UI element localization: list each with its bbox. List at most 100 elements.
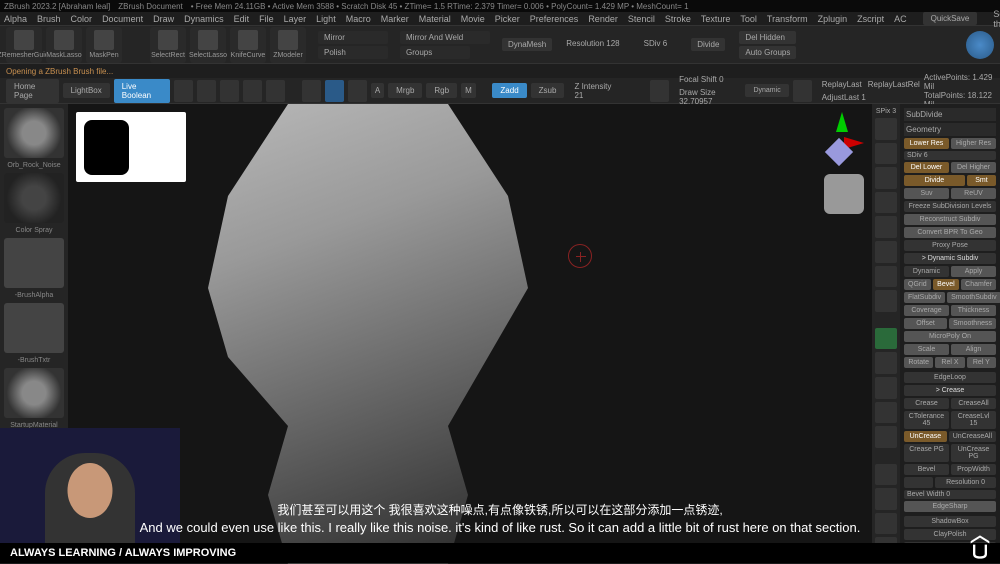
rgb-button[interactable]: Rgb [426,83,457,98]
resolution-slider[interactable]: Resolution 128 [566,39,619,48]
menu-document[interactable]: Document [102,14,143,24]
stroke-thumb[interactable] [4,173,64,223]
edit-icon[interactable] [174,80,193,102]
thickness-button[interactable]: Thickness [951,305,996,316]
micropoly-button[interactable]: MicroPoly On [904,331,996,342]
menu-material[interactable]: Material [419,14,451,24]
persp-icon[interactable] [875,192,897,214]
sdiv-panel-slider[interactable]: SDiv 6 [904,151,996,160]
proxypose-button[interactable]: Proxy Pose [904,240,996,251]
globe-icon[interactable] [966,31,994,59]
bevel2-button[interactable]: Bevel [904,464,949,475]
rotate2-button[interactable]: Rotate [904,357,933,368]
aahalf-icon[interactable] [875,167,897,189]
relx-button[interactable]: Rel X [935,357,964,368]
creaseall-button[interactable]: CreaseAll [951,398,996,409]
brush-thumb[interactable] [4,108,64,158]
menu-zscript[interactable]: Zscript [857,14,884,24]
menu-zplugin[interactable]: Zplugin [818,14,848,24]
selectlasso-tool[interactable]: SelectLasso [190,27,226,63]
align-button[interactable]: Align [951,344,996,355]
frame-icon[interactable] [875,352,897,374]
replaylastrel-button[interactable]: ReplayLastRel [868,80,920,89]
apply-button[interactable]: Apply [951,266,996,277]
delhigher-button[interactable]: Del Higher [951,162,996,173]
uncreasepg-button[interactable]: UnCrease PG [951,444,996,462]
zadd-button[interactable]: Zadd [492,83,526,98]
dynamic2-button[interactable]: Dynamic [904,266,949,277]
delhidden-button[interactable]: Del Hidden [739,31,796,44]
replay-icon[interactable] [793,80,812,102]
replaylast-button[interactable]: ReplayLast [822,80,862,89]
menu-light[interactable]: Light [316,14,336,24]
head-reference[interactable] [824,174,864,214]
floor-icon[interactable] [875,216,897,238]
local-icon[interactable] [875,241,897,263]
edgeloop-header[interactable]: EdgeLoop [904,372,996,383]
rotate-icon[interactable] [266,80,285,102]
menu-tool[interactable]: Tool [740,14,757,24]
zremesher-tool[interactable]: ZRemesherGuid. [6,27,42,63]
uncreaseall-button[interactable]: UnCreaseAll [949,431,996,442]
geometry-header[interactable]: Geometry [904,123,996,136]
flatsubdiv-button[interactable]: FlatSubdiv [904,292,945,303]
menu-color[interactable]: Color [71,14,93,24]
move-cam-icon[interactable] [875,377,897,399]
menu-dynamics[interactable]: Dynamics [184,14,224,24]
nav-gizmo[interactable] [814,112,864,162]
liveboolean-button[interactable]: Live Boolean [114,79,170,103]
sculptris-icon[interactable] [325,80,344,102]
propwidth-button[interactable]: PropWidth [951,464,996,475]
menu-brush[interactable]: Brush [37,14,61,24]
dynamesh-button[interactable]: DynaMesh [502,38,552,51]
lowerres-button[interactable]: Lower Res [904,138,949,149]
zintensity-slider[interactable]: Z Intensity 21 [574,82,616,100]
zoom-icon[interactable] [875,402,897,424]
xyz-icon[interactable] [875,328,897,350]
move-icon[interactable] [220,80,239,102]
creaselvl-slider[interactable]: CreaseLvl 15 [951,411,996,429]
gizmo-icon[interactable] [302,80,321,102]
smoothness-button[interactable]: Smoothness [949,318,996,329]
material-thumb[interactable] [4,368,64,418]
freeze-button[interactable]: Freeze SubDivision Levels [904,201,996,212]
menu-marker[interactable]: Marker [381,14,409,24]
texture-thumb[interactable] [4,303,64,353]
smt-button[interactable]: Smt [967,175,996,186]
scroll-icon[interactable] [875,118,897,140]
menu-file[interactable]: File [259,14,274,24]
quicksave-button[interactable]: QuickSave [923,12,978,25]
menu-layer[interactable]: Layer [284,14,307,24]
adjustlast-slider[interactable]: AdjustLast 1 [822,93,866,102]
dynamicsubdiv-header[interactable]: > Dynamic Subdiv [904,253,996,264]
mirrorweld-dropdown[interactable]: Mirror And Weld [400,31,490,44]
zsub-button[interactable]: Zsub [531,83,565,98]
crease-header[interactable]: > Crease [904,385,996,396]
rely-button[interactable]: Rel Y [967,357,996,368]
menu-preferences[interactable]: Preferences [530,14,579,24]
polish-dropdown[interactable]: Polish [318,46,388,59]
maskpen-tool[interactable]: MaskPen [86,27,122,63]
menu-draw[interactable]: Draw [153,14,174,24]
creasepg-button[interactable]: Crease PG [904,444,949,462]
menu-texture[interactable]: Texture [701,14,731,24]
groups-dropdown[interactable]: Groups [400,46,470,59]
suv-button[interactable]: Suv [904,188,949,199]
offset-button[interactable]: Offset [904,318,947,329]
mode-icon[interactable] [348,80,367,102]
divide-button[interactable]: Divide [691,38,725,51]
qgrid-button[interactable]: QGrid [904,279,931,290]
crease-button[interactable]: Crease [904,398,949,409]
mrgb-button[interactable]: Mrgb [388,83,422,98]
coverage-button[interactable]: Coverage [904,305,949,316]
polyframe-icon[interactable] [875,464,897,486]
bevelwidth-slider[interactable]: Bevel Width 0 [904,490,996,499]
menu-stencil[interactable]: Stencil [628,14,655,24]
masklasso-tool[interactable]: MaskLasso [46,27,82,63]
mirror-dropdown[interactable]: Mirror [318,31,388,44]
divide-panel-button[interactable]: Divide [904,175,965,186]
menu-picker[interactable]: Picker [495,14,520,24]
rotate-cam-icon[interactable] [875,426,897,448]
autogroups-button[interactable]: Auto Groups [739,46,796,59]
scale-icon[interactable] [243,80,262,102]
